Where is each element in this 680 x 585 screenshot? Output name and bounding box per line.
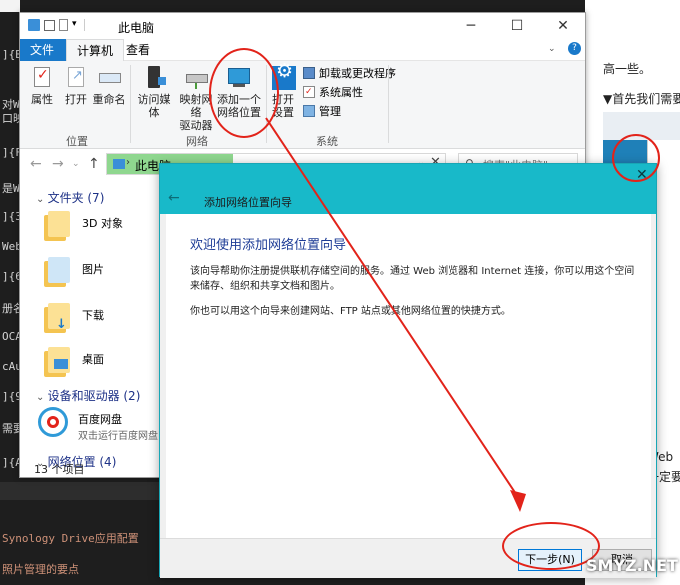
watermark: SMYZ.NET 买 <box>586 556 680 575</box>
annotation-arrow <box>265 117 526 512</box>
